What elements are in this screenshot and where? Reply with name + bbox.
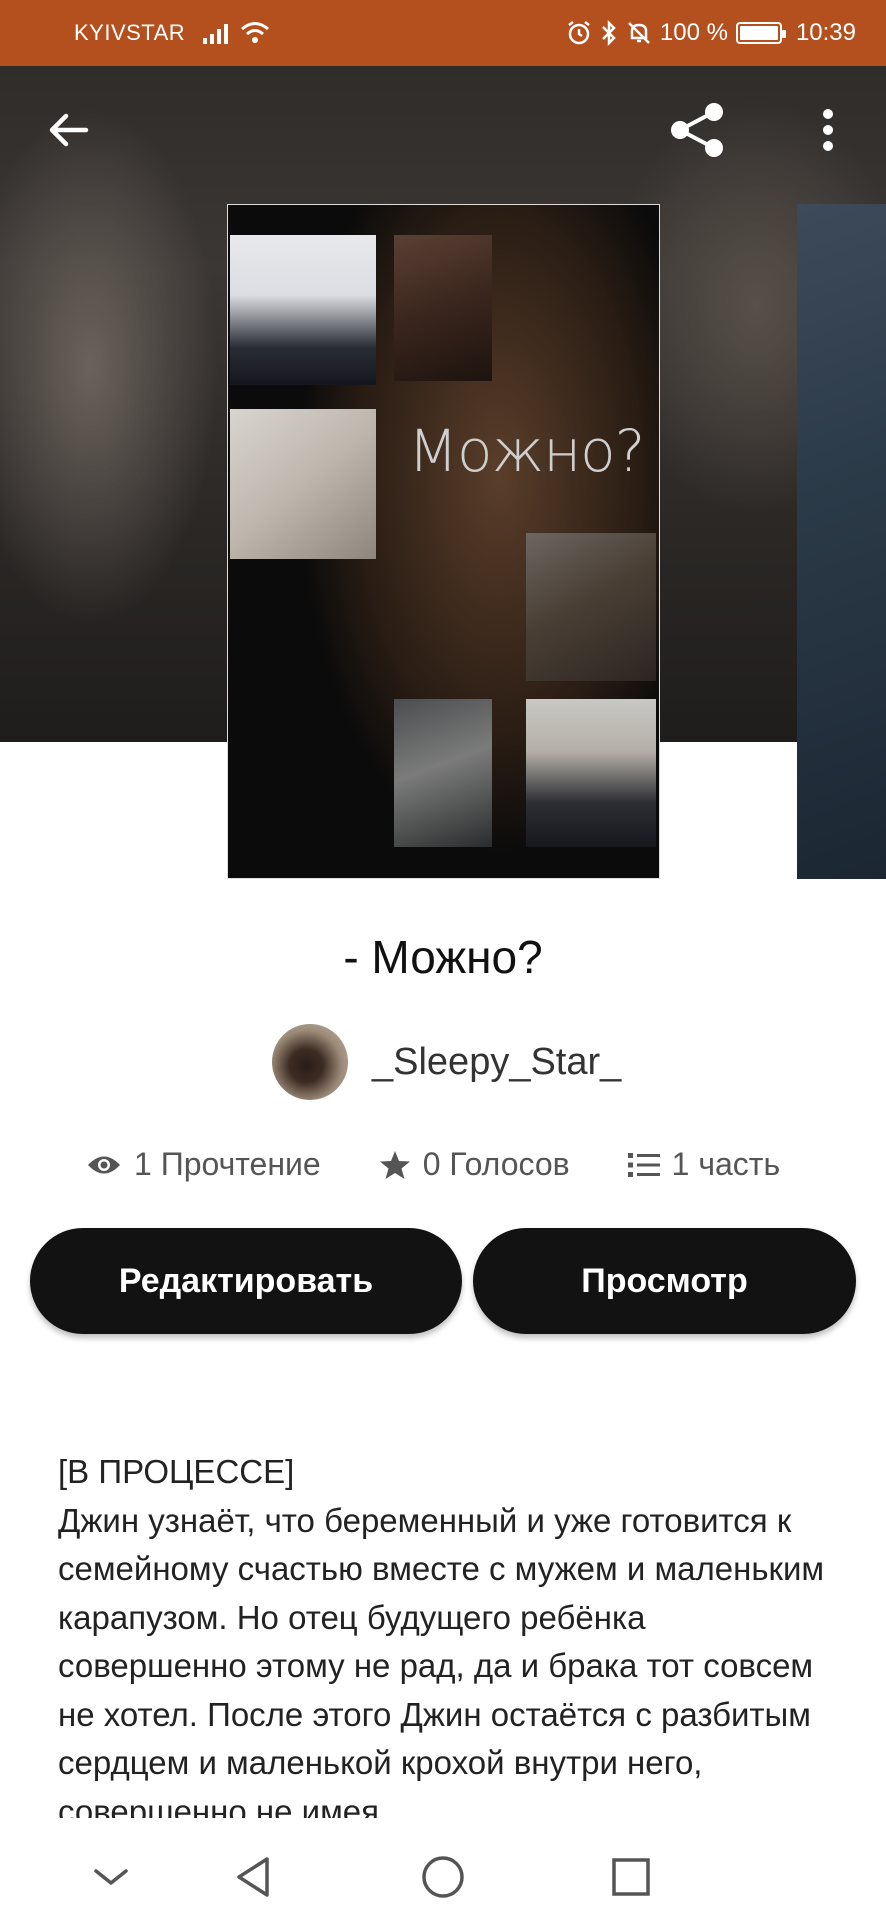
back-arrow-icon [49,113,89,147]
back-triangle-icon [237,1857,269,1897]
votes-stat: 0 Голосов [379,1146,570,1183]
signal-icon [203,22,229,44]
story-status: [В ПРОЦЕССЕ] [58,1453,295,1490]
parts-stat: 1 часть [627,1146,781,1183]
cover-title-text: Можно? [408,417,645,485]
recents-square-icon [612,1858,650,1896]
reads-stat: 1 Прочтение [86,1146,321,1183]
star-icon [379,1150,410,1179]
cover-photo-portrait-2 [526,699,656,847]
bluetooth-icon [601,20,616,46]
home-circle-icon [422,1856,464,1898]
votes-count: 0 Голосов [422,1146,570,1182]
back-button[interactable] [38,100,98,160]
collapse-chevron-icon [94,1869,128,1885]
clock: 10:39 [795,19,856,46]
collapse-button[interactable] [76,1842,146,1912]
avatar[interactable] [272,1024,348,1100]
share-button[interactable] [668,100,728,160]
nav-recents-button[interactable] [596,1842,666,1912]
nav-home-button[interactable] [408,1842,478,1912]
next-story-cover[interactable] [797,204,886,879]
edit-button[interactable]: Редактировать [30,1228,462,1334]
parts-count: 1 часть [671,1146,781,1182]
description-text: Джин узнаёт, что беременный и уже готови… [58,1501,825,1819]
share-icon [671,103,723,157]
story-cover[interactable]: Можно? [227,204,660,879]
story-title: - Можно? [343,931,543,983]
more-options-button[interactable] [798,100,858,160]
cover-photo-bottle [394,699,492,847]
author-name[interactable]: _Sleepy_Star_ [372,1041,621,1084]
system-nav-bar [0,1830,886,1920]
battery-icon [735,22,786,44]
eye-icon [88,1156,120,1173]
battery-percent: 100 % [659,19,728,46]
carrier-name: KYIVSTAR [74,20,186,45]
preview-button[interactable]: Просмотр [473,1228,856,1334]
more-vertical-icon [823,109,833,151]
list-icon [627,1152,660,1177]
status-bar: KYIVSTAR 100 % 10:39 [0,0,886,66]
reads-count: 1 Прочтение [134,1146,321,1182]
author-row[interactable]: _Sleepy_Star_ [272,1024,621,1100]
alarm-icon [568,21,590,45]
cover-photo-cake [394,235,492,381]
cover-photo-portrait-1 [230,235,376,385]
story-description: [В ПРОЦЕССЕ] Джин узнаёт, что беременный… [58,1448,838,1818]
mute-icon [627,22,650,44]
cover-photo-ultrasound [230,409,376,559]
cover-photo-piano [526,533,656,681]
wifi-icon [241,22,270,43]
nav-back-button[interactable] [218,1842,288,1912]
story-stats: 1 Прочтение 0 Голосов 1 часть [86,1146,780,1183]
